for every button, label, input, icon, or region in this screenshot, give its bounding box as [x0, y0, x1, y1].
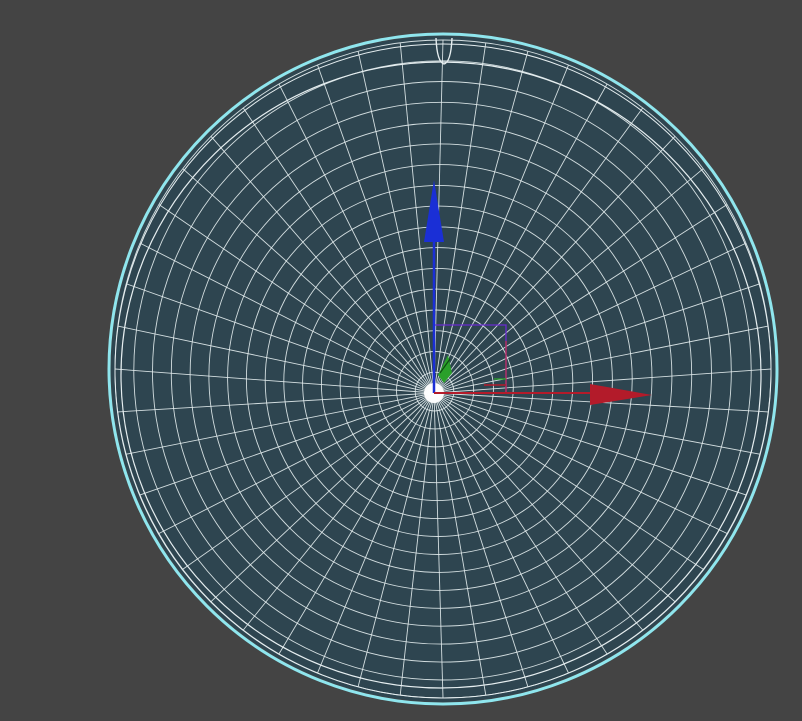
viewport-scene[interactable] — [0, 0, 802, 721]
3d-viewport[interactable] — [0, 0, 802, 721]
